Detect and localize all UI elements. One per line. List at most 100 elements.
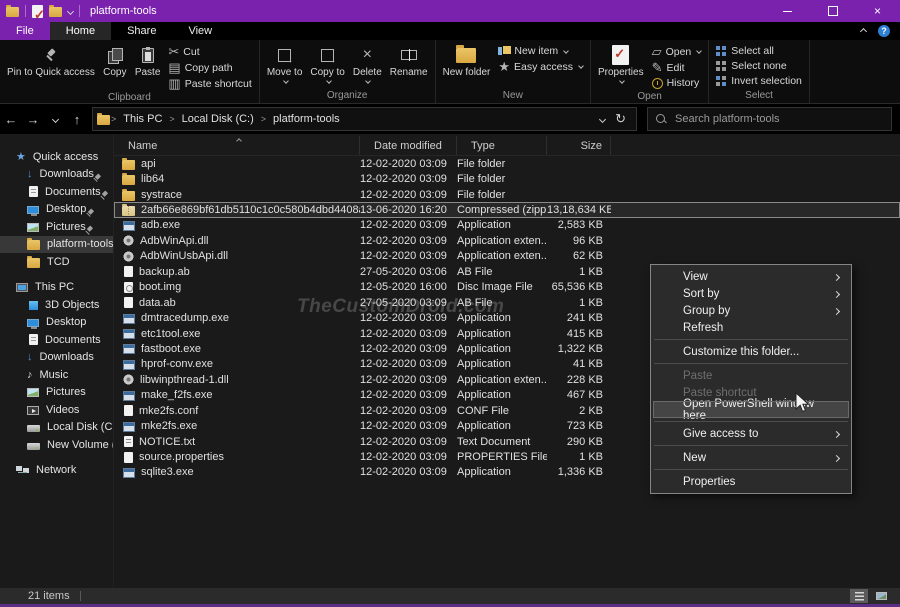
sidebar-item-new-volume-d[interactable]: New Volume (D:) — [0, 436, 113, 454]
sidebar-item-documents[interactable]: Documents — [0, 331, 113, 349]
context-menu-item-view[interactable]: View — [653, 268, 849, 285]
search-input[interactable] — [675, 113, 883, 125]
sidebar-item-network[interactable]: Network — [0, 462, 113, 480]
open-button[interactable]: ▱Open — [649, 44, 705, 59]
context-menu-item-open-powershell-window-here[interactable]: Open PowerShell window here — [653, 401, 849, 418]
file-row-adbwinapi-dll[interactable]: AdbWinApi.dll12-02-2020 03:09Application… — [114, 233, 900, 248]
file-row-adbwinusbapi-dll[interactable]: AdbWinUsbApi.dll12-02-2020 03:09Applicat… — [114, 249, 900, 264]
breadcrumb-segment-this-pc[interactable]: This PC — [117, 113, 168, 125]
minimize-button[interactable] — [765, 0, 810, 22]
file-date-cell: 12-02-2020 03:09 — [360, 436, 457, 448]
context-menu-separator — [654, 339, 848, 340]
qat-customize-chevron-icon[interactable] — [67, 7, 74, 14]
context-menu-item-give-access-to[interactable]: Give access to — [653, 425, 849, 442]
window-title: platform-tools — [90, 5, 157, 17]
column-header-date-modified[interactable]: Date modified — [360, 136, 457, 155]
sidebar-item-this-pc[interactable]: This PC — [0, 279, 113, 297]
copy-path-button[interactable]: ▤Copy path — [165, 60, 254, 75]
sidebar-item-downloads[interactable]: ↓Downloads — [0, 166, 113, 184]
refresh-icon[interactable]: ↻ — [615, 111, 626, 127]
sidebar-item-pictures[interactable]: Pictures — [0, 218, 113, 236]
recent-locations-chevron-icon[interactable] — [44, 108, 66, 130]
properties-button[interactable]: Properties — [595, 42, 647, 90]
tab-home[interactable]: Home — [50, 22, 111, 40]
delete-button[interactable]: ×Delete — [350, 42, 385, 89]
rename-button[interactable]: Rename — [387, 42, 431, 89]
file-row-lib64[interactable]: lib6412-02-2020 03:09File folder — [114, 171, 900, 186]
collapse-ribbon-icon[interactable] — [860, 27, 867, 34]
paste-button[interactable]: Paste — [132, 42, 164, 91]
select-all-label: Select all — [731, 45, 774, 57]
breadcrumb-segment-platform-tools[interactable]: platform-tools — [267, 113, 346, 125]
sidebar-item-label: Local Disk (C:) — [47, 421, 113, 433]
move-to-button[interactable]: Move to — [264, 42, 306, 89]
invert-selection-button[interactable]: Invert selection — [713, 74, 805, 88]
column-header-label: Name — [128, 140, 157, 152]
address-folder-icon — [97, 115, 110, 125]
sidebar-item-pictures[interactable]: Pictures — [0, 384, 113, 402]
context-menu-item-customize-this-folder[interactable]: Customize this folder... — [653, 343, 849, 360]
copy-to-button[interactable]: Copy to — [307, 42, 347, 89]
select-none-button[interactable]: Select none — [713, 59, 805, 73]
new-item-button[interactable]: New item — [495, 44, 586, 58]
close-button[interactable]: × — [855, 0, 900, 22]
sidebar-item-platform-tools[interactable]: platform-tools — [0, 236, 113, 254]
qat-properties-icon[interactable] — [32, 5, 43, 18]
sidebar-item-label: Documents — [45, 186, 101, 198]
context-menu-item-label: Properties — [683, 476, 735, 488]
breadcrumb-segment-local-disk-c[interactable]: Local Disk (C:) — [176, 113, 260, 125]
sidebar-item-desktop[interactable]: Desktop — [0, 201, 113, 219]
file-row-2afb66e869bf61db5110c1c0c580b4dbd4408a6f-zip[interactable]: 2afb66e869bf61db5110c1c0c580b4dbd4408a6f… — [114, 202, 900, 217]
new-folder-button[interactable]: New folder — [440, 42, 494, 89]
copy-button[interactable]: Copy — [100, 42, 130, 91]
address-dropdown-icon[interactable] — [599, 115, 606, 122]
forward-button[interactable]: → — [22, 108, 44, 130]
qat-new-folder-icon[interactable] — [49, 7, 62, 17]
context-menu-item-properties[interactable]: Properties — [653, 473, 849, 490]
column-header-name[interactable]: Name — [114, 136, 360, 155]
paste-shortcut-button[interactable]: ▥Paste shortcut — [165, 76, 254, 91]
pin-to-quick-access-button[interactable]: Pin to Quick access — [4, 42, 98, 91]
sidebar-item-local-disk-c[interactable]: Local Disk (C:) — [0, 419, 113, 437]
column-header-size[interactable]: Size — [547, 136, 611, 155]
select-all-button[interactable]: Select all — [713, 44, 805, 58]
file-row-adb-exe[interactable]: adb.exe12-02-2020 03:09Application2,583 … — [114, 218, 900, 233]
edit-button[interactable]: ✎Edit — [649, 60, 705, 75]
sidebar-item-documents[interactable]: Documents — [0, 183, 113, 201]
thumbnails-view-button[interactable] — [872, 589, 890, 603]
cut-button[interactable]: ✂Cut — [165, 44, 254, 59]
search-box[interactable] — [647, 107, 892, 131]
back-button[interactable]: ← — [0, 108, 22, 130]
breadcrumb[interactable]: >This PC>Local Disk (C:)>platform-tools … — [92, 107, 637, 131]
context-menu-item-refresh[interactable]: Refresh — [653, 319, 849, 336]
file-date-cell: 12-02-2020 03:09 — [360, 451, 457, 463]
file-row-api[interactable]: api12-02-2020 03:09File folder — [114, 156, 900, 171]
sidebar-item-downloads[interactable]: ↓Downloads — [0, 349, 113, 367]
properties-label: Properties — [598, 67, 644, 79]
file-row-systrace[interactable]: systrace12-02-2020 03:09File folder — [114, 187, 900, 202]
monitor-icon — [27, 206, 39, 214]
sidebar-item-label: Videos — [46, 404, 79, 416]
sidebar-item-videos[interactable]: Videos — [0, 401, 113, 419]
sidebar-item-desktop[interactable]: Desktop — [0, 314, 113, 332]
context-menu-item-group-by[interactable]: Group by — [653, 302, 849, 319]
column-header-type[interactable]: Type — [457, 136, 547, 155]
history-button[interactable]: History — [649, 76, 705, 90]
sidebar-item-music[interactable]: ♪Music — [0, 366, 113, 384]
context-menu-item-new[interactable]: New — [653, 449, 849, 466]
help-icon[interactable]: ? — [878, 25, 890, 37]
tab-view[interactable]: View — [172, 22, 228, 40]
tab-share[interactable]: Share — [111, 22, 172, 40]
sidebar-item-quick-access[interactable]: ★Quick access — [0, 148, 113, 166]
file-name-cell: data.ab — [114, 297, 360, 309]
file-name-cell: source.properties — [114, 451, 360, 463]
tab-file[interactable]: File — [0, 22, 50, 40]
up-button[interactable]: ↑ — [66, 108, 88, 130]
easy-access-button[interactable]: ★Easy access — [495, 59, 586, 74]
sidebar-item-tcd[interactable]: TCD — [0, 253, 113, 271]
sidebar-item-3d-objects[interactable]: 3D Objects — [0, 296, 113, 314]
file-date-cell: 27-05-2020 03:09 — [360, 297, 457, 309]
details-view-button[interactable] — [850, 589, 868, 603]
maximize-button[interactable] — [810, 0, 855, 22]
context-menu-item-sort-by[interactable]: Sort by — [653, 285, 849, 302]
